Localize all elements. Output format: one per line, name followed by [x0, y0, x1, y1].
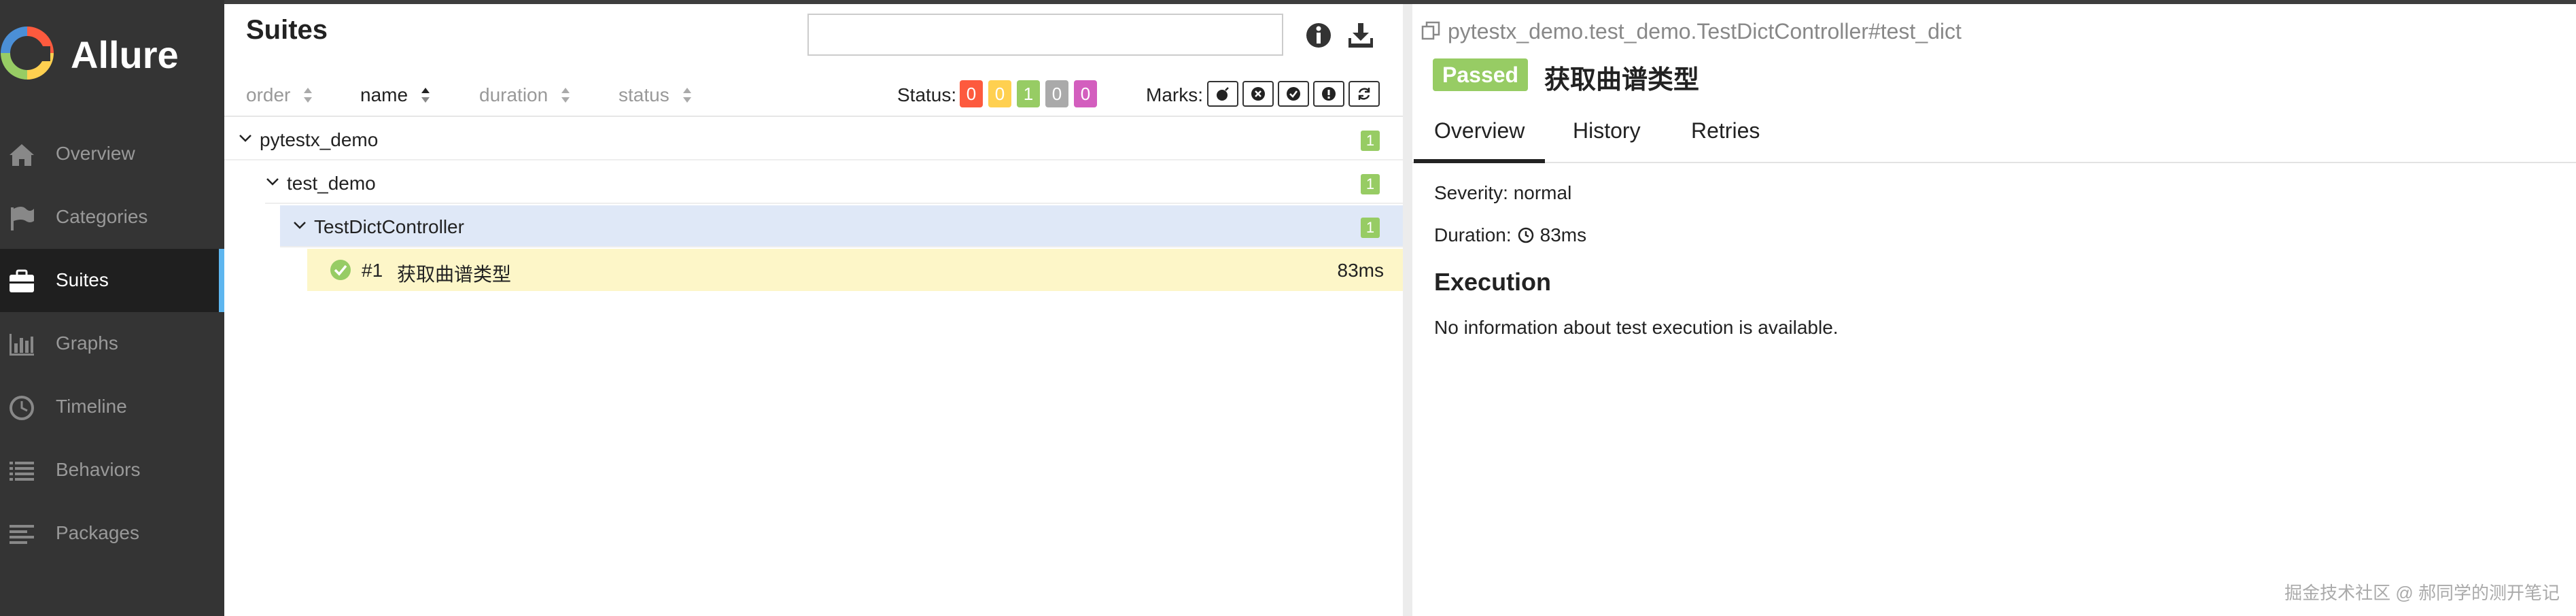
allure-report-window: Allure Overview Categories Suites Graphs [0, 0, 2576, 616]
tree-node-module[interactable]: test_demo 1 [265, 162, 1403, 204]
status-filter-label: Status: [897, 84, 957, 105]
status-failed-toggle[interactable]: 0 [960, 80, 983, 107]
sidebar-nav: Overview Categories Suites Graphs Timeli… [0, 122, 224, 565]
test-title: 获取曲谱类型 [1544, 66, 1700, 95]
sort-icon [561, 88, 570, 103]
sort-order-label: order [246, 84, 291, 105]
download-icon[interactable] [1346, 20, 1376, 50]
sidebar-item-label: Overview [56, 143, 135, 164]
bomb-icon [1217, 87, 1229, 101]
duration-label: Duration: [1434, 224, 1512, 245]
sort-name-label: name [360, 84, 408, 105]
clock-icon [10, 396, 34, 420]
status-passed-toggle[interactable]: 1 [1017, 80, 1040, 107]
list-icon [10, 462, 34, 481]
pane-splitter[interactable] [1403, 4, 1412, 616]
sidebar-item-label: Graphs [56, 332, 118, 354]
tab-history[interactable]: History [1573, 118, 1641, 143]
chevron-down-icon [239, 135, 251, 142]
sidebar-item-behaviors[interactable]: Behaviors [0, 439, 224, 502]
watermark: 掘金技术社区 @ 郝同学的测开笔记 [2284, 583, 2560, 603]
sidebar: Allure Overview Categories Suites Graphs [0, 0, 224, 616]
count-badge: 1 [1361, 131, 1380, 151]
sort-name-button[interactable]: name [360, 84, 431, 106]
sort-duration-button[interactable]: duration [479, 84, 571, 106]
status-broken-toggle[interactable]: 0 [988, 80, 1011, 107]
tree-node-suite[interactable]: pytestx_demo 1 [224, 118, 1403, 160]
brand[interactable]: Allure [0, 20, 224, 88]
tab-retries[interactable]: Retries [1691, 118, 1760, 143]
duration-row: Duration: 83ms [1434, 224, 1586, 246]
test-duration: 83ms [1337, 260, 1384, 281]
details-tabs: Overview History Retries [1412, 106, 2576, 163]
sidebar-item-label: Packages [56, 522, 139, 543]
passed-check-icon [330, 260, 351, 280]
chevron-down-icon [266, 178, 279, 186]
sidebar-item-label: Suites [56, 269, 109, 290]
count-badge: 1 [1361, 174, 1380, 194]
tree-node-label: TestDictController [314, 216, 464, 237]
test-number: #1 [362, 260, 383, 281]
status-skipped-toggle[interactable]: 0 [1045, 80, 1068, 107]
align-left-icon [10, 525, 34, 544]
sort-bar: order name duration status Status: 0 0 1… [224, 72, 1403, 117]
copy-icon[interactable] [1421, 20, 1441, 41]
marks-filter-label: Marks: [1146, 84, 1203, 105]
sidebar-item-graphs[interactable]: Graphs [0, 312, 224, 375]
sort-icon [304, 88, 313, 103]
duration-value: 83ms [1539, 224, 1587, 245]
sidebar-item-suites[interactable]: Suites [0, 249, 224, 312]
count-badge: 1 [1361, 218, 1380, 238]
home-icon [10, 144, 34, 166]
sidebar-item-label: Timeline [56, 396, 127, 417]
status-badge: Passed [1433, 58, 1529, 91]
briefcase-icon [10, 269, 34, 292]
chevron-down-icon [294, 222, 306, 229]
test-details-pane: pytestx_demo.test_demo.TestDictControlle… [1412, 4, 2576, 616]
execution-heading: Execution [1434, 268, 1552, 296]
info-icon[interactable] [1305, 22, 1332, 49]
clock-icon [1518, 227, 1533, 243]
brand-name: Allure [71, 33, 179, 76]
bar-chart-icon [10, 334, 34, 356]
sort-icon [682, 88, 691, 103]
refresh-icon [1358, 88, 1370, 100]
execution-text: No information about test execution is a… [1434, 317, 1839, 338]
mark-new-broken-toggle[interactable] [1313, 81, 1344, 107]
sort-order-button[interactable]: order [246, 84, 313, 106]
tab-overview[interactable]: Overview [1413, 118, 1546, 163]
search-input[interactable] [807, 14, 1283, 56]
sort-asc-icon [421, 88, 430, 103]
sidebar-item-label: Behaviors [56, 459, 141, 480]
sidebar-item-label: Categories [56, 206, 148, 227]
severity-text: Severity: normal [1434, 182, 1572, 203]
test-full-path: pytestx_demo.test_demo.TestDictControlle… [1448, 19, 1962, 44]
sidebar-item-packages[interactable]: Packages [0, 502, 224, 565]
check-circle-icon [1287, 87, 1300, 101]
tree-node-test[interactable]: #1 获取曲谱类型 83ms [307, 249, 1403, 291]
allure-logo-icon [1, 27, 54, 80]
status-unknown-toggle[interactable]: 0 [1074, 80, 1097, 107]
mark-new-failed-toggle[interactable] [1242, 81, 1274, 107]
times-circle-icon [1251, 87, 1265, 101]
flag-icon [11, 207, 34, 230]
sort-duration-label: duration [479, 84, 549, 105]
mark-retries-toggle[interactable] [1348, 81, 1380, 107]
sidebar-item-overview[interactable]: Overview [0, 122, 224, 186]
test-name: 获取曲谱类型 [397, 264, 512, 285]
mark-flaky-toggle[interactable] [1207, 81, 1238, 107]
tree-node-label: test_demo [287, 173, 376, 194]
tree-node-class[interactable]: TestDictController 1 [280, 205, 1403, 247]
tree-node-label: pytestx_demo [260, 129, 379, 150]
page-title: Suites [246, 15, 328, 45]
sort-status-button[interactable]: status [619, 84, 693, 106]
mark-new-passed-toggle[interactable] [1278, 81, 1309, 107]
suites-pane: Suites order name duration status Status… [224, 4, 1403, 616]
sort-status-label: status [619, 84, 669, 105]
sidebar-item-timeline[interactable]: Timeline [0, 375, 224, 439]
exclamation-circle-icon [1322, 87, 1336, 101]
sidebar-item-categories[interactable]: Categories [0, 186, 224, 249]
